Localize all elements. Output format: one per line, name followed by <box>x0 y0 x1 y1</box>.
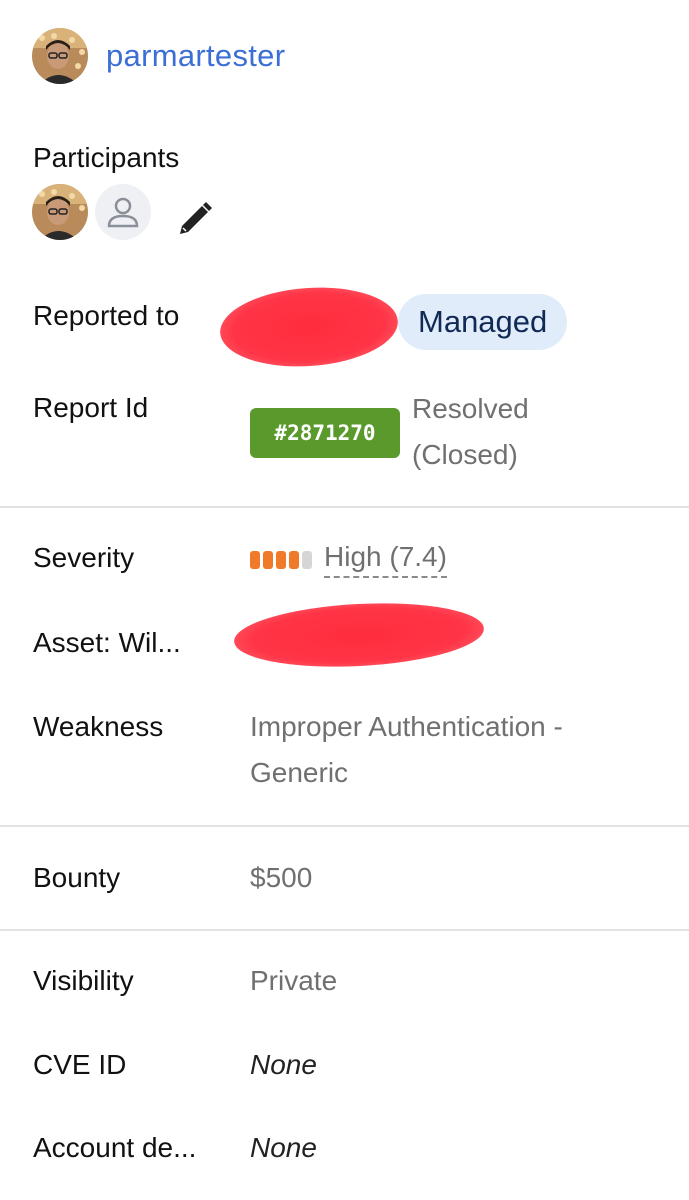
account-details-value: None <box>250 1132 317 1163</box>
report-id-badge[interactable]: #2871270 <box>250 408 400 458</box>
bounty-label: Bounty <box>33 862 121 893</box>
account-details-label: Account de... <box>33 1132 197 1163</box>
weakness-label: Weakness <box>33 711 164 742</box>
section-divider <box>0 929 689 931</box>
severity-meter <box>250 551 312 569</box>
reported-to-label: Reported to <box>33 300 180 331</box>
user-icon <box>107 197 139 228</box>
weakness-line2: Generic <box>250 757 349 788</box>
severity-label: Severity <box>33 542 135 573</box>
cve-id-value: None <box>250 1049 317 1080</box>
severity-segment <box>250 551 260 569</box>
section-divider <box>0 825 689 827</box>
report-status-line1: Resolved <box>412 393 529 424</box>
severity-segment <box>263 551 273 569</box>
severity-segment <box>302 551 312 569</box>
weakness-value: Improper Authentication - Generic <box>250 704 563 796</box>
reporter-avatar[interactable] <box>32 28 88 84</box>
participant-placeholder-avatar[interactable] <box>95 184 151 240</box>
participant-avatar[interactable] <box>32 184 88 240</box>
managed-badge: Managed <box>398 294 568 350</box>
bounty-value: $500 <box>250 862 313 893</box>
pencil-edit-icon[interactable] <box>174 198 216 240</box>
report-id-label: Report Id <box>33 392 149 423</box>
severity-segment <box>276 551 286 569</box>
redacted-asset-name <box>232 597 486 673</box>
participants-label: Participants <box>33 142 180 173</box>
report-status: Resolved (Closed) <box>412 386 529 478</box>
visibility-label: Visibility <box>33 965 134 996</box>
redacted-program-name <box>217 281 401 373</box>
severity-segment <box>289 551 299 569</box>
cve-id-label: CVE ID <box>33 1049 127 1080</box>
report-status-line2: (Closed) <box>412 439 518 470</box>
asset-label: Asset: Wil... <box>33 627 181 658</box>
reporter-username-link[interactable]: parmartester <box>106 38 285 74</box>
severity-value[interactable]: High (7.4) <box>324 540 447 578</box>
visibility-value: Private <box>250 965 338 996</box>
weakness-line1: Improper Authentication - <box>250 711 563 742</box>
section-divider <box>0 506 689 508</box>
